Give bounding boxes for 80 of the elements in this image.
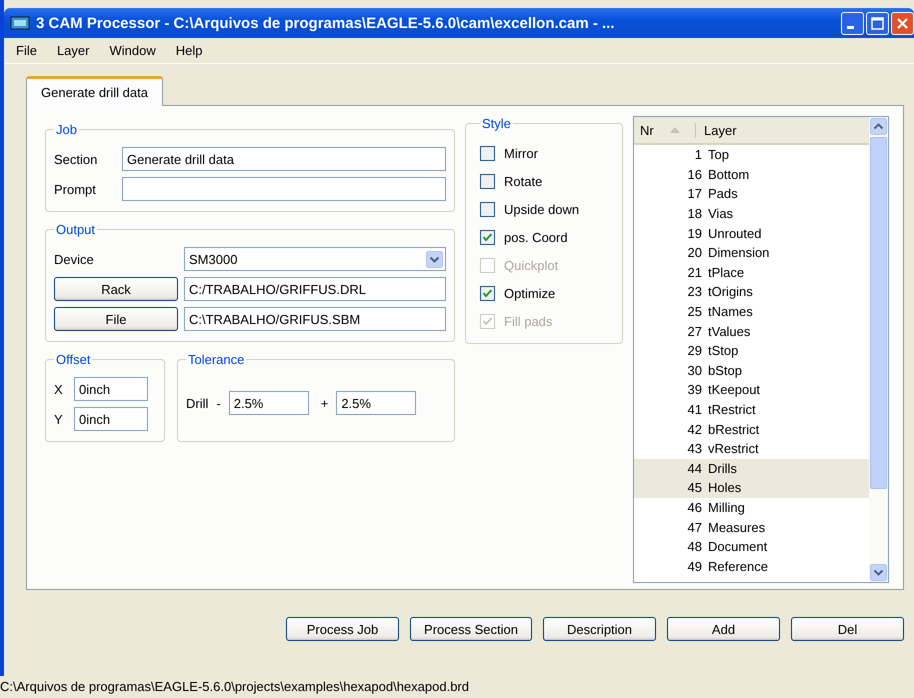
group-title: Offset (55, 352, 92, 367)
group-title: Output (55, 222, 96, 237)
layer-row[interactable]: 47 Measures (634, 517, 869, 537)
action-button[interactable]: Process Section (410, 617, 532, 641)
layer-row[interactable]: 30 bStop (634, 360, 869, 380)
window-title: 3 CAM Processor - C:\Arquivos de programas\EAGLE-5.6.0\cam\excellon.cam - ... (36, 14, 616, 32)
section-field[interactable]: Generate drill data (122, 147, 446, 171)
layer-row[interactable]: 46 Milling (634, 498, 869, 518)
field-label: X (54, 382, 64, 396)
minimize-button[interactable] (841, 12, 864, 34)
minus-tolerance-field[interactable]: 2.5% (228, 391, 309, 415)
action-button[interactable]: Description (543, 617, 656, 641)
checkbox[interactable] (480, 230, 495, 244)
file-button[interactable]: File (54, 307, 178, 331)
action-button[interactable]: Del (791, 617, 904, 641)
layer-row[interactable]: 29 tStop (634, 340, 869, 361)
layer-row[interactable]: 44 Drills (634, 458, 869, 478)
layer-row[interactable]: 45 Holes (634, 478, 869, 498)
layer-row[interactable]: 39 tKeepout (634, 380, 869, 400)
checkbox-label: Rotate (504, 174, 542, 188)
layer-row[interactable]: 42 bRestrict (634, 419, 869, 439)
layer-row[interactable]: 48 Document (634, 536, 869, 556)
maximize-button[interactable] (866, 12, 889, 34)
menu-item[interactable]: Layer (48, 42, 98, 59)
action-button[interactable]: Process Job (286, 617, 399, 641)
rack-path-field[interactable]: C:/TRABALHO/GRIFFUS.DRL (184, 277, 446, 301)
app-icon (10, 15, 30, 31)
file-path-field[interactable]: C:\TRABALHO/GRIFUS.SBM (184, 307, 446, 331)
layer-row[interactable]: 41 tRestrict (634, 400, 869, 420)
scroll-up-button[interactable] (870, 118, 887, 135)
layer-row[interactable]: 17 Pads (634, 184, 869, 204)
minus-sign: - (216, 396, 221, 410)
device-dropdown[interactable]: SM3000 (184, 247, 446, 271)
prompt-field[interactable] (122, 177, 446, 201)
layer-row[interactable]: 43 vRestrict (634, 438, 869, 458)
field-label: Drill (186, 396, 208, 410)
layer-row[interactable]: 25 tNames (634, 302, 869, 322)
checkbox-label: pos. Coord (504, 230, 568, 244)
sort-arrow-icon (670, 127, 680, 133)
menu-item[interactable]: Window (101, 42, 164, 59)
checkbox[interactable] (480, 146, 495, 160)
rack-button[interactable]: Rack (54, 277, 178, 301)
scrollbar[interactable] (869, 117, 888, 582)
checkbox-label: Upside down (504, 202, 580, 216)
group-title: Job (55, 122, 78, 137)
plus-tolerance-field[interactable]: 2.5% (336, 391, 416, 415)
checkbox-label: Quickplot (504, 258, 558, 272)
menu-item[interactable]: File (8, 42, 45, 59)
field-label: Prompt (54, 182, 97, 196)
menu-item[interactable]: Help (168, 42, 210, 59)
column-header[interactable]: Layer (696, 122, 737, 138)
layer-row[interactable]: 27 tValues (634, 321, 869, 341)
layer-row[interactable]: 18 Vias (634, 204, 869, 224)
offset-y-field[interactable]: 0inch (74, 407, 148, 431)
layer-row[interactable]: 49 Reference (634, 556, 869, 576)
layer-row[interactable]: 20 Dimension (634, 242, 869, 263)
close-button[interactable] (891, 12, 914, 34)
checkbox-label: Optimize (504, 286, 556, 300)
field-label: Section (54, 152, 98, 166)
checkbox[interactable] (480, 286, 495, 300)
field-label: Y (54, 412, 64, 426)
action-button[interactable]: Add (667, 617, 780, 641)
checkbox-label: Mirror (504, 146, 538, 160)
layer-row[interactable]: 21 tPlace (634, 262, 869, 282)
scroll-down-button[interactable] (870, 564, 887, 581)
minimize-icon (846, 26, 854, 29)
checkbox[interactable] (480, 202, 495, 216)
group-title: Style (481, 116, 512, 131)
checkbox-label: Fill pads (504, 314, 552, 328)
layer-row[interactable]: 1 Top (634, 145, 869, 165)
group-title: Tolerance (187, 352, 246, 367)
layer-row[interactable]: 19 Unrouted (634, 223, 869, 243)
offset-x-field[interactable]: 0inch (74, 377, 148, 401)
column-header[interactable]: Nr (634, 122, 696, 138)
checkbox[interactable] (480, 174, 495, 188)
layer-row[interactable]: 16 Bottom (634, 164, 869, 184)
tab[interactable]: Generate drill data (26, 76, 163, 106)
field-label: Device (54, 252, 95, 266)
plus-sign: + (320, 396, 328, 410)
layer-row[interactable]: 23 tOrigins (634, 282, 869, 302)
